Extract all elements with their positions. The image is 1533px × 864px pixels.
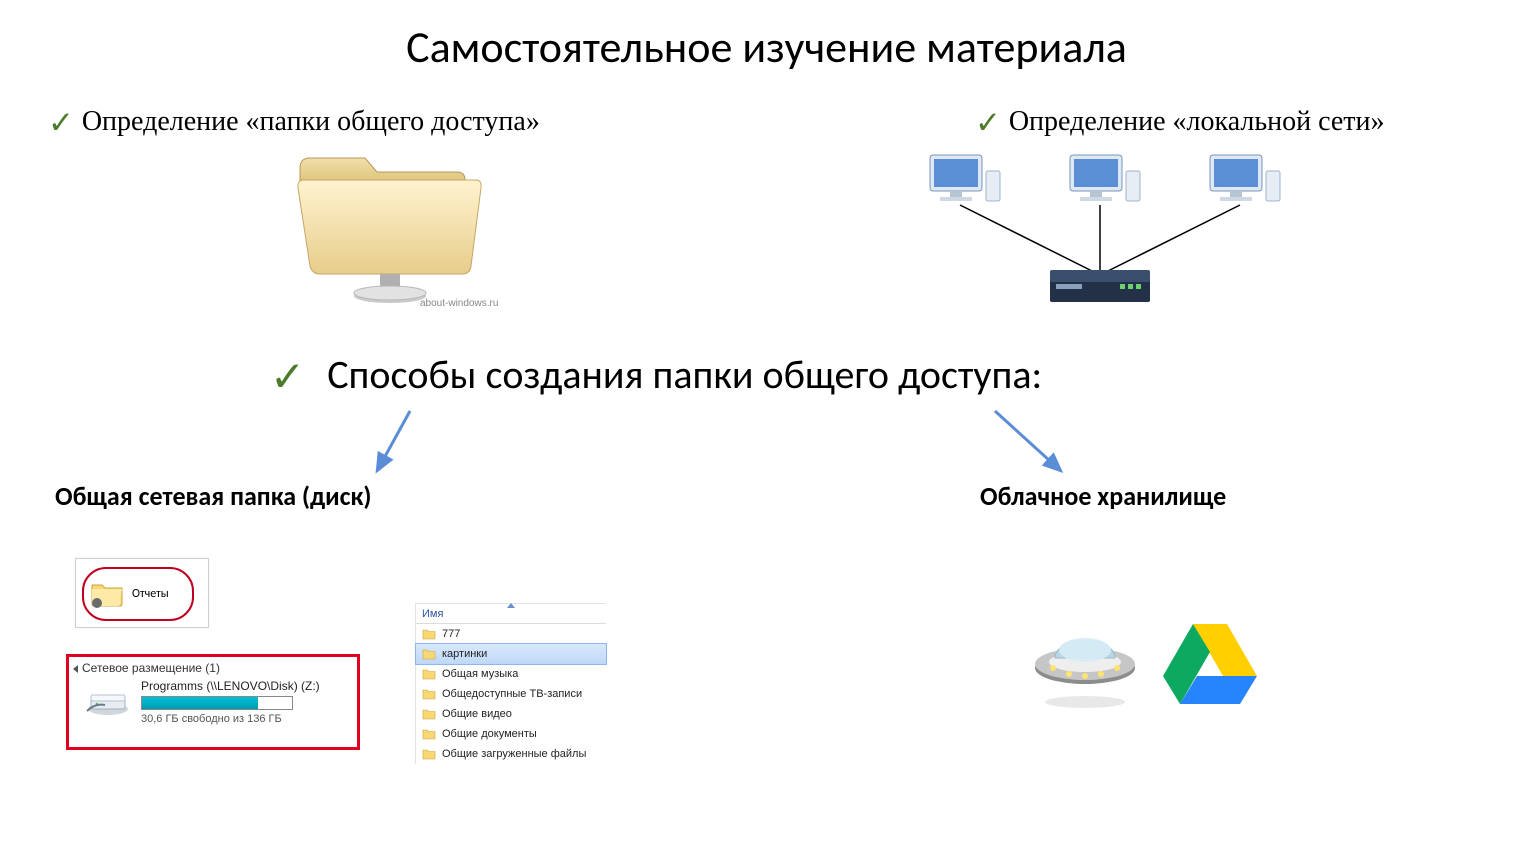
sort-indicator-icon	[507, 603, 515, 608]
bullet-ways: ✓ Способы создания папки общего доступа:	[270, 350, 1042, 399]
folder-share-icon	[90, 579, 126, 609]
explorer-row: Общая музыка	[416, 664, 606, 684]
report-folder-label: Отчеты	[132, 587, 169, 601]
explorer-listing: Имя 777 картинки Общая музыка Общедоступные…	[415, 603, 606, 764]
explorer-row-label: Общедоступные ТВ-записи	[442, 688, 582, 700]
subhead-network-share: Общая сетевая папка (диск)	[55, 480, 371, 512]
report-folder-highlight: Отчеты	[82, 567, 194, 621]
folder-icon	[422, 648, 436, 660]
folder-icon	[422, 728, 436, 740]
explorer-row: картинки	[415, 643, 607, 665]
network-location-header-text: Сетевое размещение (1)	[82, 661, 220, 675]
folder-icon	[422, 748, 436, 760]
capacity-bar	[141, 696, 293, 710]
capacity-bar-fill	[142, 697, 258, 709]
bullet-text: Определение «папки общего доступа»	[82, 106, 540, 137]
explorer-column-header: Имя	[416, 604, 606, 624]
bullet-lan-def: ✓ Определение «локальной сети»	[975, 106, 1385, 139]
explorer-row: Общие загруженные файлы	[416, 744, 606, 764]
explorer-row: Общедоступные ТВ-записи	[416, 684, 606, 704]
slide-title: Самостоятельное изучение материала	[0, 20, 1533, 74]
arrow-icon	[985, 405, 1075, 485]
explorer-rows: 777 картинки Общая музыка Общедоступные ТВ-…	[416, 624, 606, 764]
network-drive-meta: Programms (\\LENOVO\Disk) (Z:) 30,6 ГБ с…	[141, 679, 320, 725]
network-location-header: Сетевое размещение (1)	[69, 657, 357, 677]
bullet-text: Способы создания папки общего доступа:	[327, 350, 1042, 399]
explorer-row-label: 777	[442, 628, 460, 640]
check-icon: ✓	[48, 108, 74, 139]
network-drive-icon	[85, 687, 131, 717]
arrow-icon	[365, 405, 425, 485]
folder-icon	[422, 628, 436, 640]
image-credit: about-windows.ru	[420, 298, 498, 309]
network-drive-free: 30,6 ГБ свободно из 136 ГБ	[141, 713, 320, 725]
explorer-row-label: картинки	[442, 648, 487, 660]
network-drive-name: Programms (\\LENOVO\Disk) (Z:)	[141, 679, 320, 693]
folder-icon	[422, 688, 436, 700]
explorer-row: Общие документы	[416, 724, 606, 744]
explorer-row-label: Общие документы	[442, 728, 537, 740]
check-icon: ✓	[270, 357, 305, 399]
folder-icon	[422, 708, 436, 720]
check-icon: ✓	[975, 108, 1001, 139]
subhead-cloud: Облачное хранилище	[980, 480, 1226, 512]
shared-folder-icon	[280, 140, 500, 315]
explorer-row-label: Общие видео	[442, 708, 512, 720]
report-folder-screenshot: Отчеты	[75, 558, 209, 628]
explorer-row: 777	[416, 624, 606, 644]
explorer-row-label: Общие загруженные файлы	[442, 748, 586, 760]
explorer-row-label: Общая музыка	[442, 668, 518, 680]
network-drive-row: Programms (\\LENOVO\Disk) (Z:) 30,6 ГБ с…	[69, 677, 357, 725]
yandex-disk-ufo-icon	[1025, 620, 1145, 710]
explorer-column-label: Имя	[422, 608, 443, 620]
network-location-panel: Сетевое размещение (1) Programms (\\LENO…	[66, 654, 360, 750]
folder-icon	[422, 668, 436, 680]
lan-network-icon	[900, 145, 1300, 315]
bullet-text: Определение «локальной сети»	[1009, 106, 1385, 137]
google-drive-icon	[1160, 618, 1260, 708]
slide: Самостоятельное изучение материала ✓ Опре…	[0, 0, 1533, 864]
bullet-shared-folder-def: ✓ Определение «папки общего доступа»	[48, 106, 540, 139]
explorer-row: Общие видео	[416, 704, 606, 724]
collapse-triangle-icon	[73, 665, 78, 673]
